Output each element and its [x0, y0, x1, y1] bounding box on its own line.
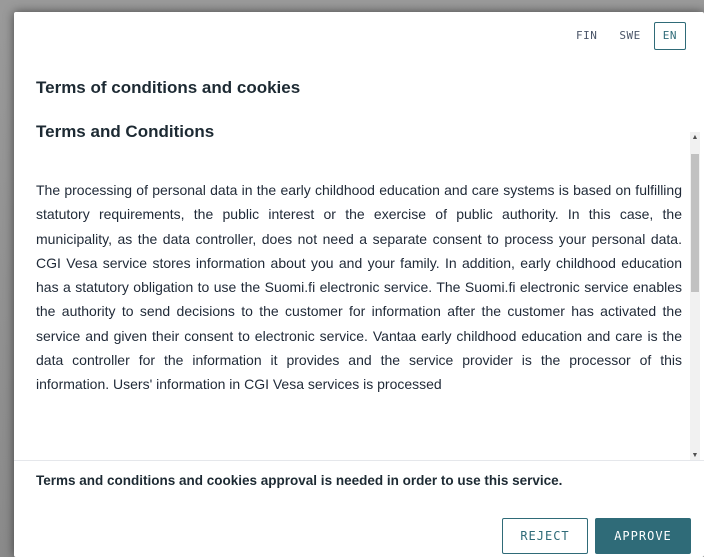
approve-button[interactable]: APPROVE — [595, 518, 691, 554]
terms-dialog: FIN SWE EN Terms of conditions and cooki… — [14, 12, 704, 557]
reject-button[interactable]: REJECT — [502, 518, 588, 554]
scroll-down-icon[interactable]: ▼ — [690, 450, 700, 460]
footer-divider — [14, 460, 704, 461]
dialog-title: Terms of conditions and cookies — [36, 78, 301, 97]
language-en-button[interactable]: EN — [653, 22, 686, 50]
scrollbar-thumb[interactable] — [691, 154, 699, 292]
language-swe-button[interactable]: SWE — [610, 22, 649, 50]
scroll-up-icon[interactable]: ▲ — [690, 132, 700, 144]
terms-scroll-area[interactable]: Terms and Conditions The processing of p… — [36, 116, 700, 460]
terms-body-text: The processing of personal data in the e… — [36, 182, 682, 393]
dialog-actions: REJECT APPROVE — [502, 518, 691, 554]
approval-notice: Terms and conditions and cookies approva… — [36, 473, 563, 488]
terms-content: Terms and Conditions The processing of p… — [36, 122, 682, 397]
language-switcher: FIN SWE EN — [567, 22, 686, 50]
section-heading: Terms and Conditions — [36, 122, 215, 141]
language-fin-button[interactable]: FIN — [567, 22, 606, 50]
vertical-scrollbar[interactable]: ▲ ▼ — [690, 132, 700, 460]
